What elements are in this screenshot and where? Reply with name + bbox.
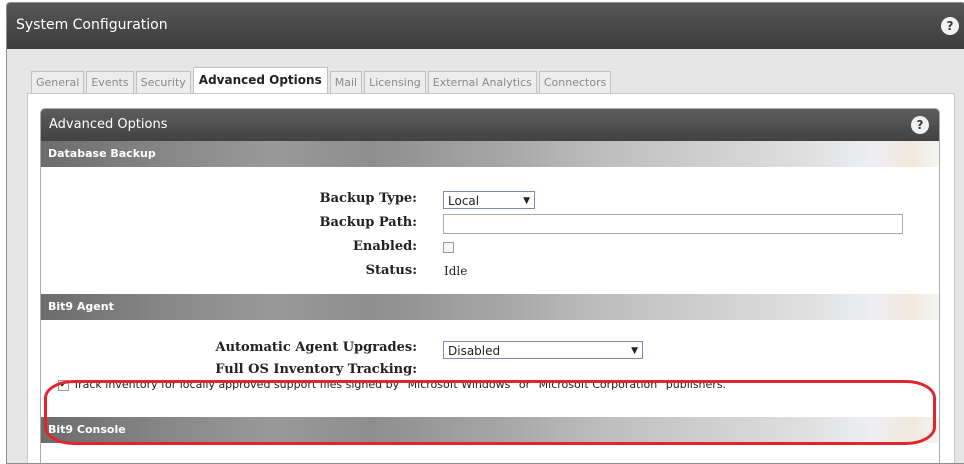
window-title-bar: System Configuration ?: [7, 3, 964, 49]
tab-content: Advanced Options ? Database Backup Backu…: [27, 93, 955, 463]
agent-upgrades-value: Disabled: [448, 344, 501, 358]
agent-upgrades-label: Automatic Agent Upgrades:: [215, 340, 417, 355]
tab-mail[interactable]: Mail: [329, 71, 363, 93]
section-title: Bit9 Console: [48, 423, 126, 436]
advanced-options-panel: Advanced Options ? Database Backup Backu…: [40, 108, 940, 463]
dropdown-arrow-icon: ▼: [631, 346, 638, 356]
window-title: System Configuration: [16, 17, 168, 33]
section-title: Database Backup: [48, 147, 156, 160]
inventory-tracking-description: Track inventory for locally approved sup…: [73, 378, 727, 391]
status-label: Status:: [365, 263, 417, 278]
section-bit9-console[interactable]: Bit9 Console: [41, 417, 939, 443]
database-backup-body: Backup Type: Local ▼ Backup Path: Enable…: [41, 167, 939, 294]
section-bit9-agent[interactable]: Bit9 Agent: [41, 294, 939, 320]
panel-title: Advanced Options: [49, 117, 168, 132]
tab-licensing[interactable]: Licensing: [364, 71, 426, 93]
dropdown-arrow-icon: ▼: [523, 196, 530, 206]
section-title: Bit9 Agent: [48, 300, 114, 313]
tab-bar: General Events Security Advanced Options…: [31, 67, 613, 93]
section-database-backup[interactable]: Database Backup: [41, 141, 939, 167]
help-icon[interactable]: ?: [941, 17, 959, 35]
backup-path-input[interactable]: [443, 214, 903, 234]
inventory-tracking-checkbox[interactable]: ✔: [58, 380, 69, 391]
backup-type-value: Local: [448, 194, 480, 208]
agent-upgrades-select[interactable]: Disabled ▼: [443, 341, 643, 359]
system-configuration-window: System Configuration ? General Events Se…: [6, 2, 964, 464]
backup-type-select[interactable]: Local ▼: [443, 191, 535, 209]
inventory-tracking-label: Full OS Inventory Tracking:: [215, 362, 417, 377]
panel-header: Advanced Options ?: [41, 109, 939, 141]
enabled-label: Enabled:: [353, 239, 417, 254]
tab-advanced-options[interactable]: Advanced Options: [192, 67, 328, 93]
backup-type-label: Backup Type:: [319, 191, 417, 206]
bit9-agent-body: Automatic Agent Upgrades: Disabled ▼ Ful…: [41, 320, 939, 417]
status-value: Idle: [444, 264, 468, 278]
enabled-checkbox[interactable]: [443, 242, 454, 253]
tab-connectors[interactable]: Connectors: [538, 71, 612, 93]
tab-general[interactable]: General: [31, 71, 85, 93]
tab-external-analytics[interactable]: External Analytics: [427, 71, 537, 93]
backup-path-label: Backup Path:: [319, 215, 417, 230]
tab-security[interactable]: Security: [135, 71, 191, 93]
tab-events[interactable]: Events: [86, 71, 134, 93]
checkmark-icon: ✔: [59, 380, 68, 390]
panel-help-icon[interactable]: ?: [911, 116, 929, 134]
